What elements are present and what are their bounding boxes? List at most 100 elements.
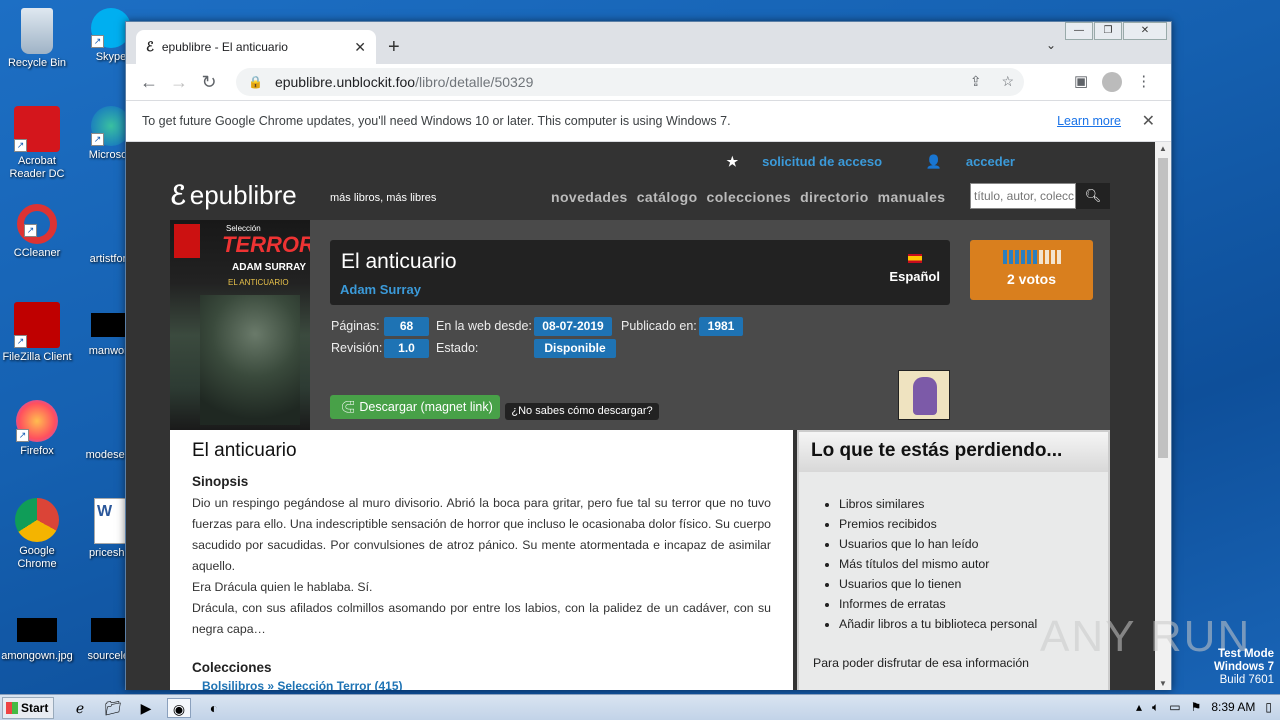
synopsis-panel: El anticuario Sinopsis Dio un respingo p… bbox=[170, 430, 793, 690]
collection-link[interactable]: Bolsilibros » Selección Terror (415) bbox=[202, 679, 771, 690]
desktop-icon-label: amongown.jpg bbox=[1, 650, 73, 662]
desktop-icon-firefox[interactable]: ↗ Firefox bbox=[0, 400, 74, 458]
synopsis-heading: Sinopsis bbox=[192, 474, 249, 489]
tab-active[interactable]: ℰ epublibre - El anticuario ✕ bbox=[136, 30, 376, 64]
download-label: Descargar (magnet link) bbox=[359, 400, 493, 414]
new-tab-button[interactable]: + bbox=[388, 36, 400, 59]
bookmark-star-icon[interactable]: ☆ bbox=[1001, 73, 1014, 89]
url-path: /libro/detalle/50329 bbox=[415, 74, 534, 90]
rating-bar-segment bbox=[1044, 250, 1049, 264]
nav-catalogo[interactable]: catálogo bbox=[637, 189, 698, 205]
side-panel-icon[interactable]: ▣ bbox=[1074, 72, 1088, 92]
close-window-button[interactable]: ✕ bbox=[1123, 22, 1167, 40]
how-to-download-button[interactable]: ¿No sabes cómo descargar? bbox=[505, 403, 659, 420]
desktop-icon-amongown[interactable]: amongown.jpg bbox=[0, 606, 74, 663]
spain-flag-icon bbox=[907, 254, 922, 263]
lock-icon[interactable]: 🔒 bbox=[248, 75, 263, 89]
tray-expand-icon[interactable]: ▴ bbox=[1136, 700, 1142, 715]
rating-bar-segment bbox=[1014, 250, 1019, 264]
page-viewport: ★ solicitud de acceso 👤 acceder ℰepublibre… bbox=[126, 142, 1155, 690]
list-item: Informes de erratas bbox=[839, 594, 1108, 614]
infobar-close-icon[interactable]: ✕ bbox=[1142, 111, 1155, 131]
tab-strip: ℰ epublibre - El anticuario ✕ + ⌄ — ❐ ✕ bbox=[126, 22, 1171, 64]
book-author-link[interactable]: Adam Surray bbox=[340, 282, 421, 297]
desktop-icon-ccleaner[interactable]: ↗ CCleaner bbox=[0, 204, 74, 260]
desktop-icon-label: Acrobat Reader DC bbox=[9, 155, 65, 180]
toolbar-right: ▣ ⋮ bbox=[1074, 72, 1151, 92]
back-arrow-icon[interactable]: ← bbox=[134, 72, 164, 93]
collections-heading: Colecciones bbox=[192, 660, 272, 675]
show-desktop-icon[interactable]: ▯ bbox=[1265, 700, 1272, 715]
scrollbar-thumb[interactable] bbox=[1158, 158, 1168, 458]
browser-toolbar: ← → ↻ 🔒 epublibre.unblockit.foo/libro/de… bbox=[126, 64, 1171, 100]
site-logo[interactable]: ℰepublibre bbox=[170, 180, 297, 211]
word-document-icon: W bbox=[94, 498, 128, 544]
scroll-up-icon[interactable]: ▲ bbox=[1155, 144, 1171, 153]
explorer-taskbar-icon[interactable]: 📁︎ bbox=[101, 698, 125, 718]
request-access-link[interactable]: ★ solicitud de acceso bbox=[706, 154, 882, 169]
tab-close-icon[interactable]: ✕ bbox=[354, 39, 366, 56]
action-center-flag-icon[interactable]: ⚑ bbox=[1191, 700, 1202, 715]
forward-arrow-icon[interactable]: → bbox=[164, 72, 194, 93]
scroll-down-icon[interactable]: ▼ bbox=[1155, 679, 1171, 688]
votes-box[interactable]: 2 votos bbox=[970, 240, 1093, 300]
uploader-avatar[interactable] bbox=[898, 370, 950, 420]
published-value[interactable]: 1981 bbox=[699, 317, 743, 336]
download-magnet-button[interactable]: 🧲︎ Descargar (magnet link) bbox=[330, 395, 500, 419]
share-icon[interactable]: ⇪ bbox=[970, 73, 982, 89]
infobar-message: To get future Google Chrome updates, you… bbox=[142, 114, 731, 128]
rating-bar-segment bbox=[1038, 250, 1043, 264]
nav-directorio[interactable]: directorio bbox=[800, 189, 869, 205]
filezilla-icon: ↗ bbox=[14, 302, 60, 348]
search-input[interactable] bbox=[970, 183, 1076, 209]
chrome-taskbar-icon[interactable]: ◉ bbox=[167, 698, 191, 718]
rating-bar-segment bbox=[1050, 250, 1055, 264]
menu-kebab-icon[interactable]: ⋮ bbox=[1136, 72, 1151, 92]
acrobat-icon: ↗ bbox=[14, 106, 60, 152]
user-icon: 👤 bbox=[925, 154, 942, 169]
desktop-icon-label: Google Chrome bbox=[17, 545, 57, 570]
edge-taskbar-icon[interactable]: ◐ bbox=[202, 698, 226, 718]
desktop-icon-recycle-bin[interactable]: Recycle Bin bbox=[0, 8, 74, 70]
volume-icon[interactable]: 🔈︎ bbox=[1152, 700, 1159, 715]
clock[interactable]: 8:39 AM bbox=[1211, 700, 1255, 715]
reload-icon[interactable]: ↻ bbox=[194, 72, 224, 93]
rating-bar-segment bbox=[1032, 250, 1037, 264]
rating-bar-segment bbox=[1056, 250, 1061, 264]
logo-symbol-icon: ℰ bbox=[170, 181, 186, 211]
window-controls: — ❐ ✕ bbox=[1064, 22, 1167, 40]
taskbar: Start ℯ 📁︎ ▶ ◉ ◐ ▴ 🔈︎ ▭ ⚑ 8:39 AM ▯ bbox=[0, 694, 1280, 720]
tab-search-chevron-icon[interactable]: ⌄ bbox=[1046, 38, 1056, 52]
maximize-button[interactable]: ❐ bbox=[1094, 22, 1122, 40]
start-button[interactable]: Start bbox=[2, 697, 54, 719]
nav-colecciones[interactable]: colecciones bbox=[707, 189, 792, 205]
desktop-icon-acrobat[interactable]: ↗ Acrobat Reader DC bbox=[0, 106, 74, 181]
minimize-button[interactable]: — bbox=[1065, 22, 1093, 40]
nav-manuales[interactable]: manuales bbox=[878, 189, 946, 205]
book-cover[interactable]: Selección TERROR ADAM SURRAY EL ANTICUAR… bbox=[170, 220, 310, 430]
nav-novedades[interactable]: novedades bbox=[551, 189, 628, 205]
address-bar[interactable]: 🔒 epublibre.unblockit.foo/libro/detalle/… bbox=[236, 68, 1024, 96]
synopsis-paragraph: Drácula, con sus afilados colmillos asom… bbox=[192, 601, 771, 636]
rating-bars bbox=[970, 250, 1093, 264]
revision-value: 1.0 bbox=[384, 339, 429, 358]
magnet-icon: 🧲︎ bbox=[340, 400, 356, 414]
windows-logo-icon bbox=[6, 702, 18, 714]
login-link[interactable]: 👤 acceder bbox=[906, 154, 1015, 169]
cover-logo-block bbox=[174, 224, 200, 258]
media-player-taskbar-icon[interactable]: ▶ bbox=[134, 698, 158, 718]
published-label: Publicado en: bbox=[621, 319, 697, 333]
profile-avatar-icon[interactable] bbox=[1102, 72, 1123, 92]
network-icon[interactable]: ▭ bbox=[1169, 700, 1180, 715]
recycle-bin-icon bbox=[21, 8, 53, 54]
desktop-icon-label: CCleaner bbox=[13, 247, 61, 259]
ie-taskbar-icon[interactable]: ℯ bbox=[68, 698, 92, 718]
tab-title: epublibre - El anticuario bbox=[161, 40, 288, 54]
page-scrollbar[interactable]: ▲ ▼ bbox=[1155, 142, 1171, 690]
desktop-icon-filezilla[interactable]: ↗ FileZilla Client bbox=[0, 302, 74, 364]
desktop-icon-chrome[interactable]: Google Chrome bbox=[0, 498, 74, 571]
learn-more-link[interactable]: Learn more bbox=[1057, 114, 1121, 128]
search-icon[interactable]: 🔍︎ bbox=[1076, 183, 1110, 209]
epublibre-favicon-icon: ℰ bbox=[146, 39, 154, 55]
desktop-icon-label: FileZilla Client bbox=[2, 351, 72, 363]
